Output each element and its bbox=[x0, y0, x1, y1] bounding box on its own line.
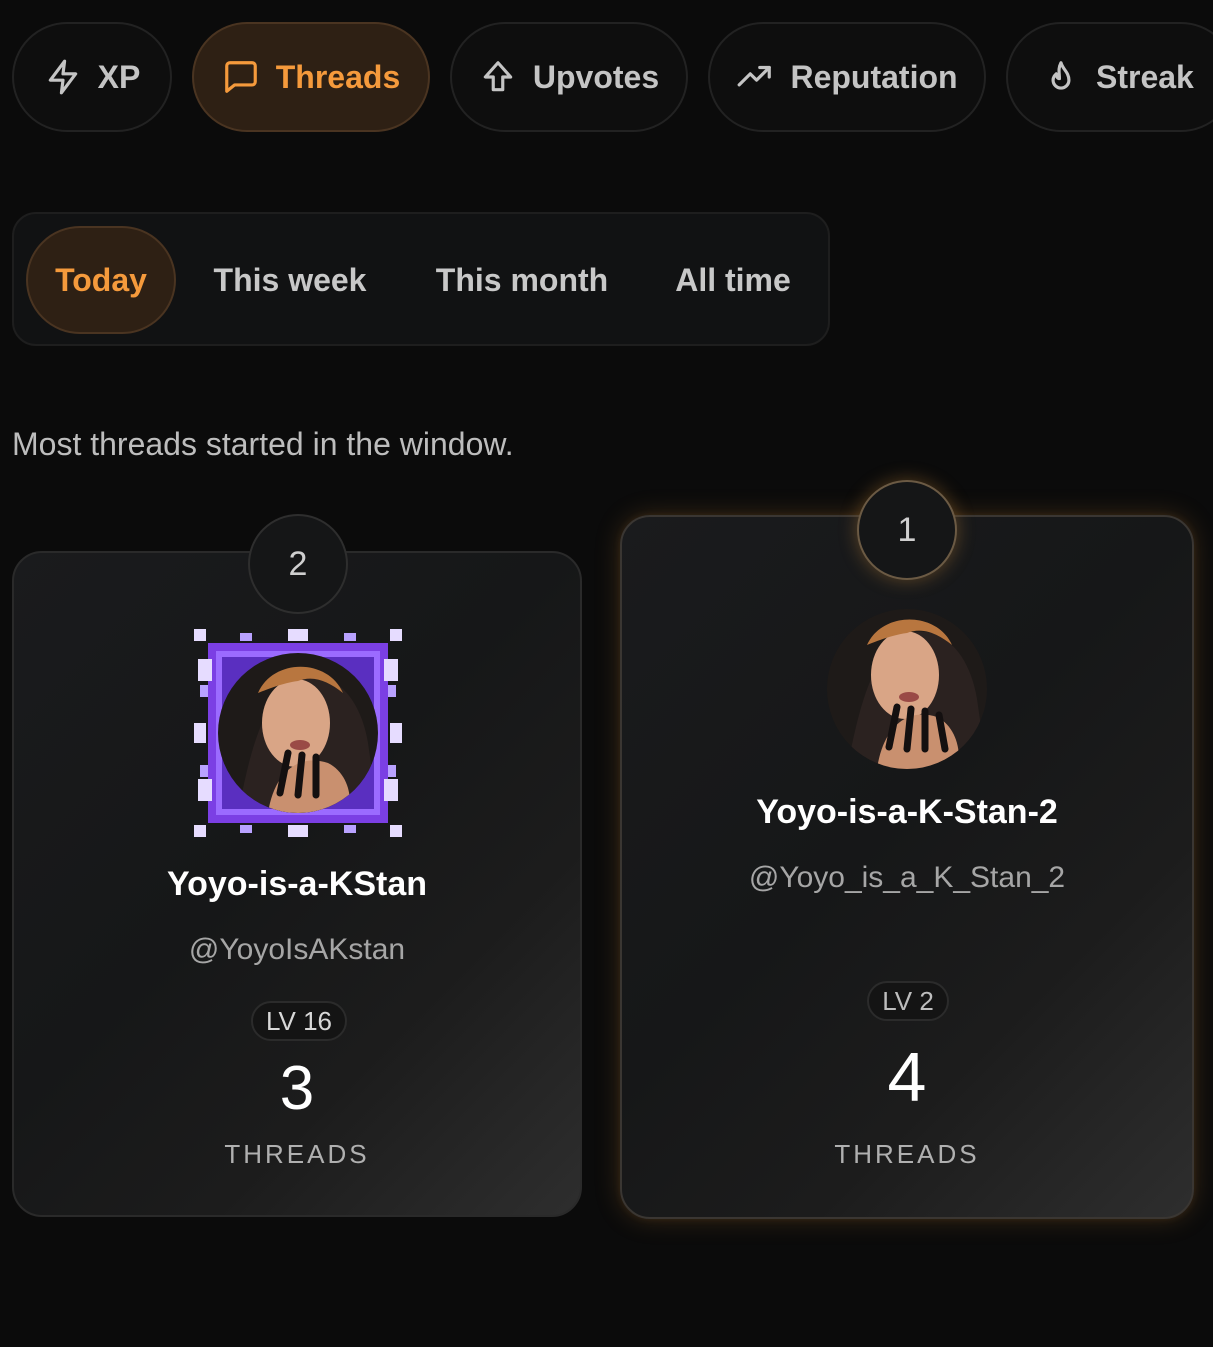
tab-reputation-label: Reputation bbox=[790, 58, 958, 95]
leader-handle: @Yoyo_is_a_K_Stan_2 bbox=[748, 861, 1066, 894]
leaderboard-page: XP Threads Upvotes Reputation Streak Tod… bbox=[0, 0, 1213, 1347]
arrow-up-icon bbox=[483, 61, 513, 92]
leader-score: 3 bbox=[279, 1054, 315, 1123]
tab-xp-label: XP bbox=[97, 58, 141, 95]
avatar[interactable] bbox=[827, 609, 987, 769]
score-label: THREADS bbox=[834, 1139, 980, 1169]
lightning-icon bbox=[48, 59, 77, 95]
leader-handle: @YoyoIsAKstan bbox=[188, 933, 406, 966]
filter-today[interactable]: Today bbox=[26, 226, 176, 334]
leader-card-rank-1[interactable]: 1 Yoyo-is-a-K-Stan-2 @Yoyo_is_a_K_Stan_2… bbox=[620, 480, 1194, 1219]
leader-card-rank-2[interactable]: 2 Yoyo-is-a-KStan @YoyoIsAKstan LV 16 3 … bbox=[12, 514, 582, 1217]
time-range-filter: Today This week This month All time bbox=[12, 212, 830, 346]
level-badge: LV 2 bbox=[867, 981, 949, 1021]
tab-threads-label: Threads bbox=[275, 58, 401, 95]
avatar-photo-icon bbox=[218, 653, 378, 813]
leader-score: 4 bbox=[887, 1038, 927, 1116]
avatar-photo-icon bbox=[827, 609, 987, 769]
tab-streak-label: Streak bbox=[1096, 58, 1194, 95]
filter-this-month[interactable]: This month bbox=[432, 226, 612, 334]
tab-upvotes-label: Upvotes bbox=[532, 58, 660, 95]
tab-xp[interactable]: XP bbox=[12, 22, 172, 132]
filter-this-week[interactable]: This week bbox=[210, 226, 370, 334]
avatar-with-pixel-frame[interactable] bbox=[194, 629, 402, 837]
message-square-icon bbox=[224, 61, 257, 93]
level-badge: LV 16 bbox=[251, 1001, 347, 1041]
flame-icon bbox=[1051, 61, 1071, 90]
trending-up-icon bbox=[738, 65, 772, 87]
metric-tabs: XP Threads Upvotes Reputation Streak bbox=[12, 22, 1213, 132]
leader-display-name[interactable]: Yoyo-is-a-K-Stan-2 bbox=[622, 793, 1192, 832]
rank-badge: 1 bbox=[857, 480, 957, 580]
rank-badge: 2 bbox=[248, 514, 348, 614]
score-label: THREADS bbox=[224, 1139, 370, 1169]
tab-threads[interactable]: Threads bbox=[192, 22, 430, 132]
tab-upvotes[interactable]: Upvotes bbox=[450, 22, 688, 132]
tab-streak[interactable]: Streak bbox=[1006, 22, 1213, 132]
leaderboard-description: Most threads started in the window. bbox=[12, 426, 514, 462]
filter-all-time[interactable]: All time bbox=[668, 226, 798, 334]
avatar bbox=[218, 653, 378, 813]
leader-display-name[interactable]: Yoyo-is-a-KStan bbox=[14, 865, 580, 904]
tab-reputation[interactable]: Reputation bbox=[708, 22, 986, 132]
